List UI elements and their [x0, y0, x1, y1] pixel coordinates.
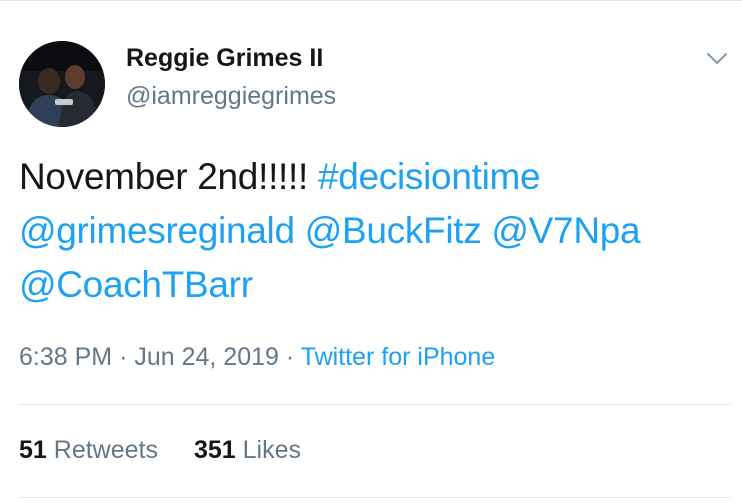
user-handle[interactable]: @iamreggiegrimes — [126, 82, 336, 111]
retweets-count: 51 — [19, 436, 47, 464]
retweets-stat[interactable]: 51 Retweets — [19, 436, 158, 464]
likes-label: Likes — [242, 436, 302, 464]
tweet-source-link[interactable]: Twitter for iPhone — [301, 343, 496, 371]
top-divider — [0, 0, 742, 1]
meta-separator: · — [285, 343, 295, 371]
hashtag-link[interactable]: #decisiontime — [318, 156, 541, 197]
retweets-label: Retweets — [53, 436, 158, 464]
tweet-meta: 6:38 PM · Jun 24, 2019 · Twitter for iPh… — [19, 343, 495, 372]
tweet-body: November 2nd!!!!! #decisiontime @grimesre… — [19, 150, 724, 312]
display-name[interactable]: Reggie Grimes II — [126, 44, 323, 73]
mention-link[interactable]: @grimesreginald — [19, 210, 295, 251]
mention-link[interactable]: @V7Npa — [491, 210, 640, 251]
chevron-down-icon — [707, 53, 727, 64]
likes-stat[interactable]: 351 Likes — [194, 436, 301, 464]
tweet-time[interactable]: 6:38 PM — [19, 343, 112, 371]
divider — [19, 404, 731, 405]
likes-count: 351 — [193, 436, 236, 464]
mention-link[interactable]: @CoachTBarr — [19, 264, 253, 305]
tweet-menu-button[interactable] — [700, 44, 734, 74]
profile-photo-icon — [19, 41, 105, 127]
meta-separator: · — [119, 343, 128, 371]
tweet-text: November 2nd!!!!! — [19, 156, 318, 197]
tweet-stats: 51 Retweets 351 Likes — [19, 436, 301, 465]
divider — [19, 497, 731, 498]
mention-link[interactable]: @BuckFitz — [305, 210, 482, 251]
avatar[interactable] — [19, 41, 105, 127]
tweet-date[interactable]: Jun 24, 2019 — [134, 343, 279, 371]
